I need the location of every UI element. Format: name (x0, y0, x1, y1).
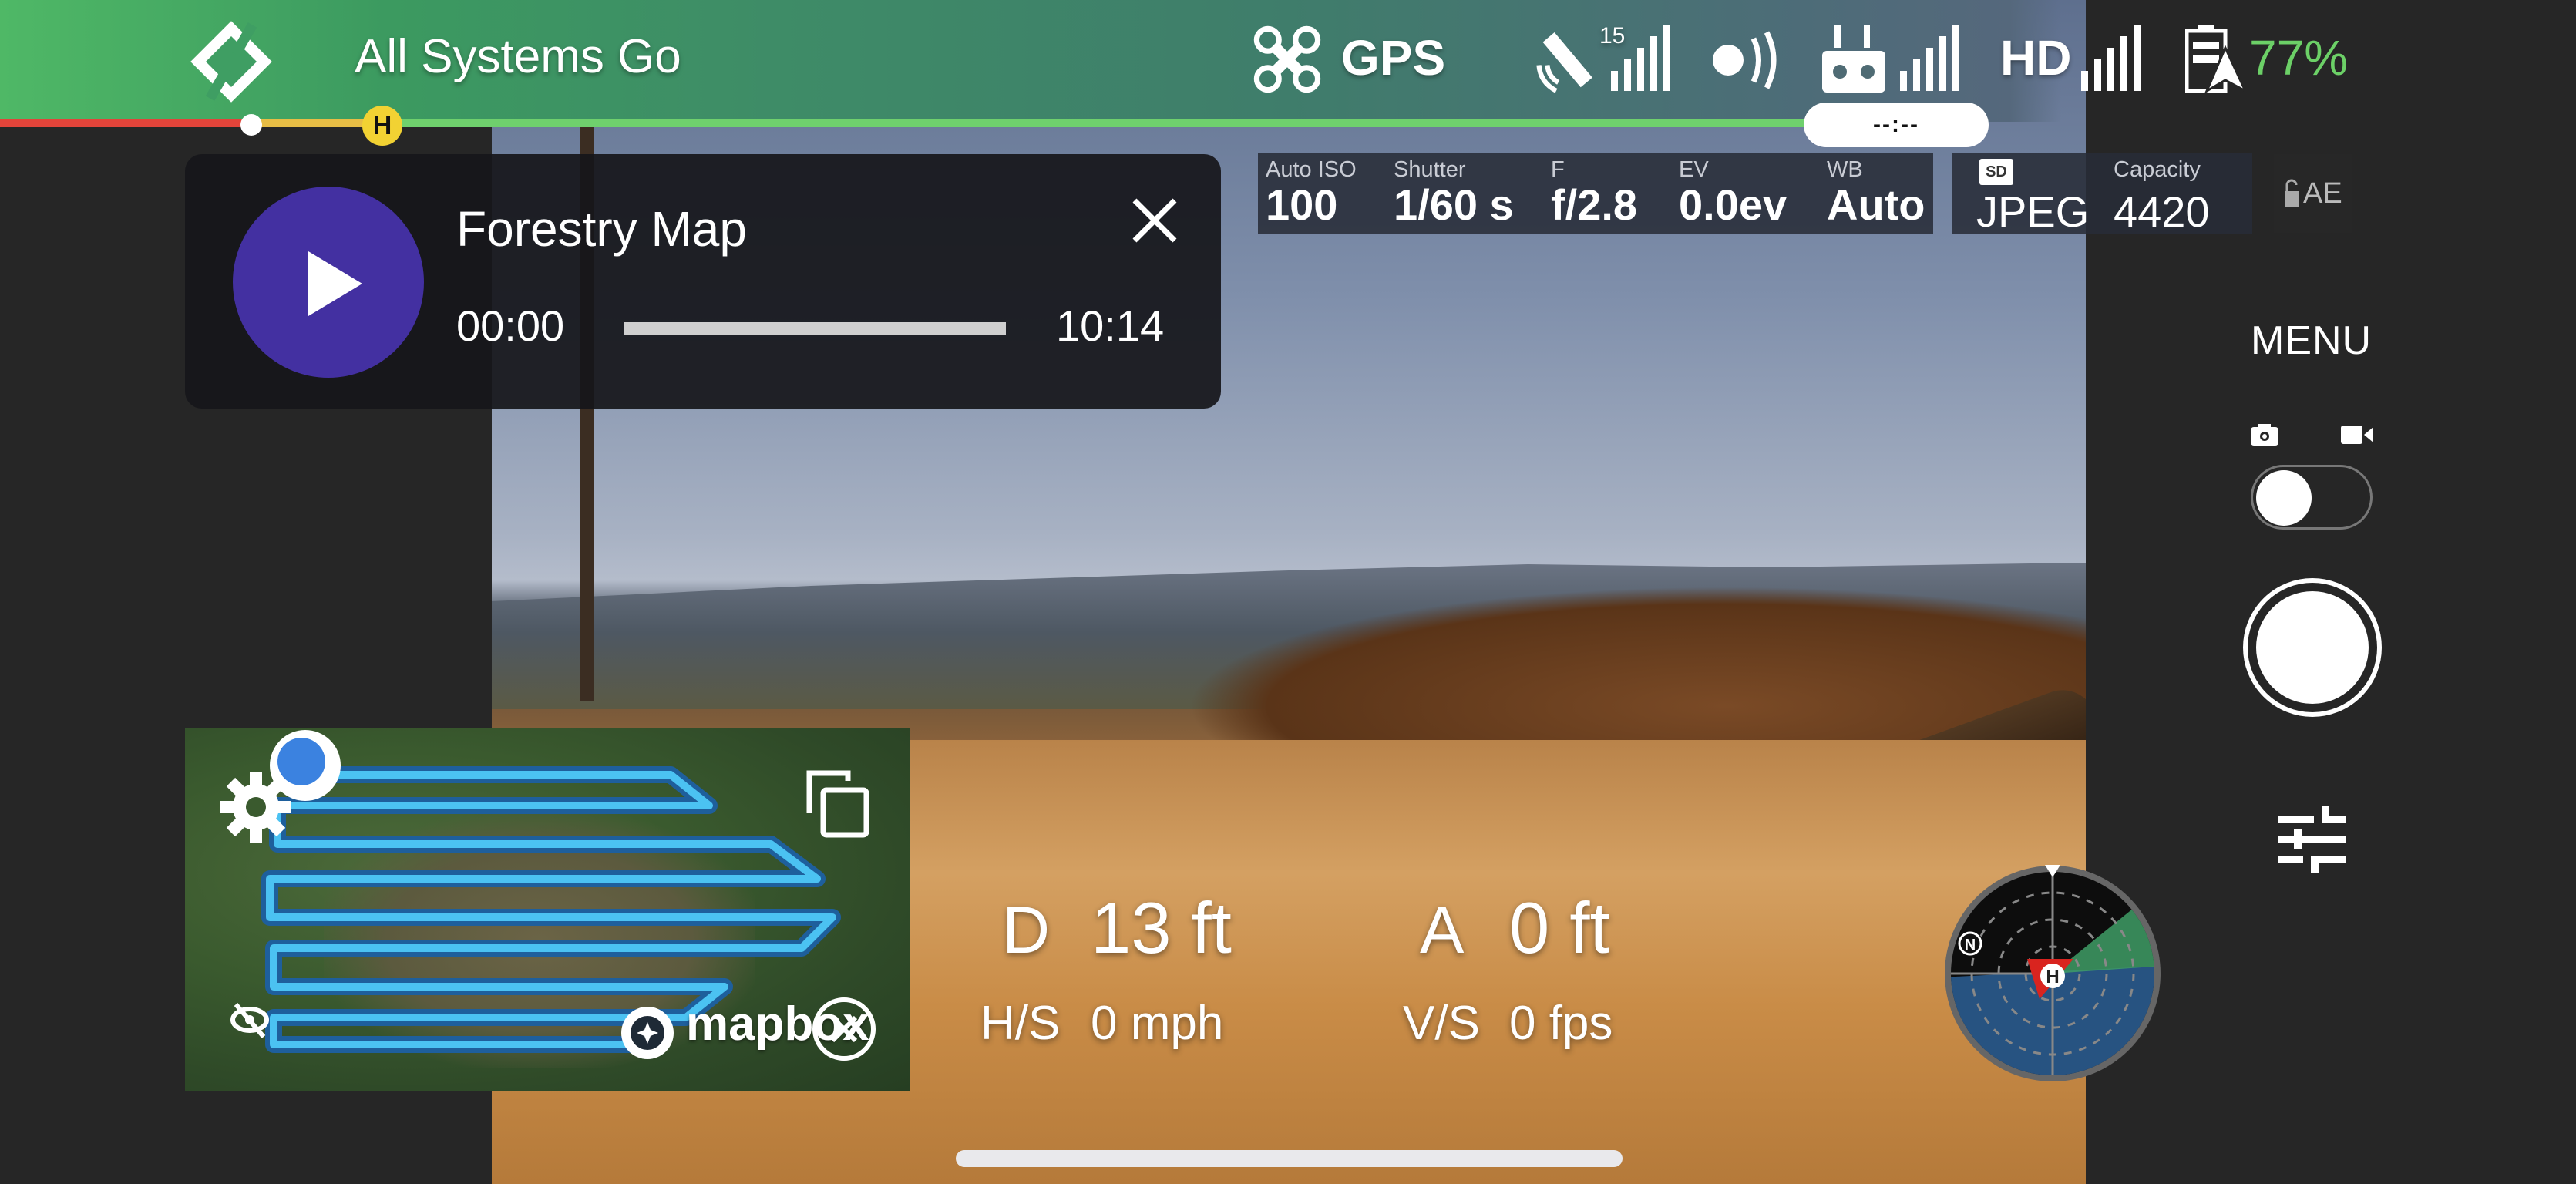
mapbox-logo-icon (621, 1007, 674, 1059)
distance-label: D (1002, 893, 1051, 967)
signal-wave-icon[interactable] (1711, 29, 1796, 91)
gps-signal-bars (1611, 25, 1673, 91)
media-progress-bar[interactable] (624, 322, 1006, 335)
home-return-marker: H (362, 106, 402, 146)
ev-param[interactable]: EV 0.0ev (1679, 157, 1787, 227)
vertical-speed-value: 0 fps (1509, 997, 1613, 1050)
param-label: WB (1827, 157, 1863, 182)
play-icon (308, 251, 362, 316)
attitude-radar[interactable]: H N (1941, 862, 2164, 1085)
param-value: f/2.8 (1551, 180, 1638, 229)
vertical-speed-label: V/S (1403, 997, 1480, 1050)
image-format: JPEG (1976, 187, 2090, 236)
toggle-knob (2256, 470, 2312, 526)
close-icon[interactable] (1124, 190, 1185, 251)
horizontal-speed-label: H/S (980, 997, 1061, 1050)
flight-timer[interactable]: --:-- (1804, 103, 1989, 147)
horizontal-speed-value: 0 mph (1091, 997, 1224, 1050)
param-value: 0.0ev (1679, 180, 1787, 229)
flight-battery-progress (0, 119, 1808, 127)
wb-param[interactable]: WB Auto (1827, 157, 1925, 227)
param-value: 100 (1266, 180, 1338, 229)
sliders-settings-icon[interactable] (2275, 802, 2349, 876)
menu-button[interactable]: MENU (2251, 318, 2372, 364)
mini-map[interactable]: mapbox (185, 728, 910, 1091)
gear-icon[interactable] (217, 769, 294, 846)
sd-card-icon: SD (1979, 159, 2013, 185)
iso-param[interactable]: Auto ISO 100 (1266, 157, 1357, 227)
progress-position-marker (240, 114, 262, 136)
param-label: Shutter (1394, 157, 1466, 182)
video-signal-bars (2081, 25, 2143, 91)
video-quality-label[interactable]: HD (2000, 29, 2071, 86)
media-current-time: 00:00 (456, 301, 565, 350)
play-button[interactable] (233, 187, 424, 378)
expand-map-icon[interactable] (802, 767, 876, 841)
app-logo-icon[interactable] (189, 19, 274, 104)
shutter-button[interactable] (2243, 578, 2382, 717)
photo-video-toggle[interactable] (2251, 465, 2373, 530)
aperture-param[interactable]: F f/2.8 (1551, 157, 1637, 227)
param-label: Auto ISO (1266, 157, 1357, 182)
satellite-icon[interactable] (1530, 27, 1603, 96)
capacity-value: 4420 (2114, 187, 2210, 236)
media-title: Forestry Map (456, 201, 747, 257)
flight-mode-label[interactable]: GPS (1341, 29, 1445, 86)
drone-icon[interactable] (1253, 25, 1322, 94)
info-icon[interactable] (809, 994, 879, 1064)
media-total-time: 10:14 (1056, 301, 1165, 350)
radar-north-label: N (1965, 937, 1976, 954)
progress-ok-segment (382, 119, 1808, 127)
lock-open-icon (2285, 179, 2299, 207)
hide-map-icon[interactable] (228, 998, 271, 1041)
shutter-inner (2256, 591, 2369, 704)
param-label: EV (1679, 157, 1709, 182)
progress-critical-segment (0, 119, 251, 127)
controller-signal-bars (1900, 25, 1962, 91)
ae-lock-button[interactable]: AE (2274, 154, 2352, 233)
photo-camera-icon[interactable] (2249, 422, 2280, 447)
capacity-label: Capacity (2114, 157, 2201, 182)
param-value: Auto (1827, 180, 1925, 229)
altitude-value: 0 ft (1509, 887, 1610, 968)
shutter-param[interactable]: Shutter 1/60 s (1394, 157, 1514, 227)
param-value: 1/60 s (1394, 180, 1514, 229)
ae-label: AE (2303, 177, 2342, 210)
radar-home-label: H (2046, 967, 2059, 987)
param-label: F (1551, 157, 1565, 182)
storage-panel[interactable]: SD JPEG Capacity 4420 (1952, 153, 2252, 236)
video-camera-icon[interactable] (2339, 422, 2375, 447)
distance-value: 13 ft (1091, 887, 1232, 968)
home-indicator[interactable] (956, 1150, 1623, 1167)
system-status-text[interactable]: All Systems Go (355, 29, 681, 84)
battery-percent: 77% (2249, 30, 2349, 86)
media-player-card: Forestry Map 00:00 10:14 (185, 154, 1221, 409)
battery-icon[interactable] (2185, 25, 2247, 92)
camera-exposure-panel[interactable]: Auto ISO 100 Shutter 1/60 s F f/2.8 EV 0… (1258, 153, 1933, 234)
altitude-label: A (1420, 893, 1465, 967)
remote-controller-icon[interactable] (1819, 25, 1888, 94)
